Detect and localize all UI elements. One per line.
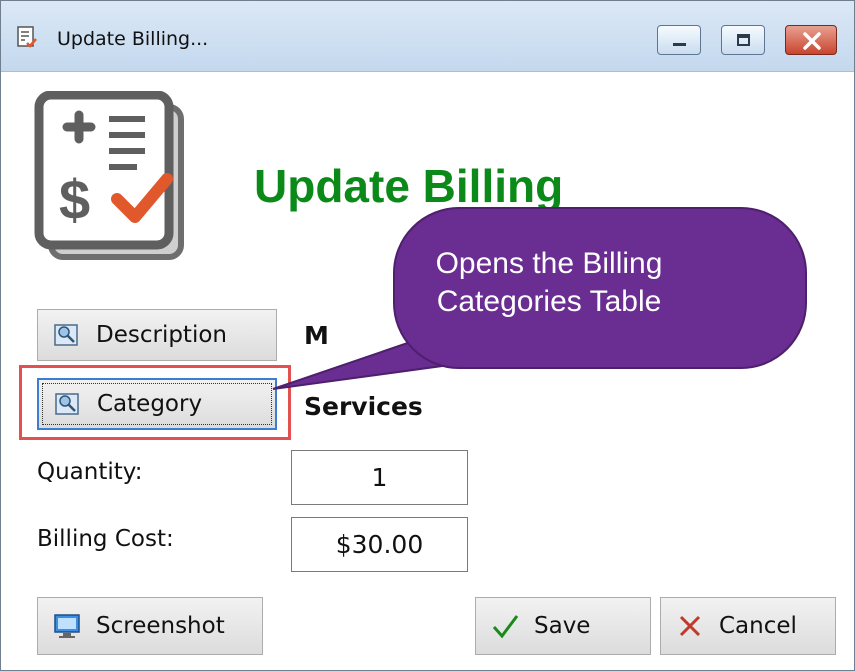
minimize-icon <box>673 43 686 46</box>
cancel-button[interactable]: Cancel <box>660 597 836 655</box>
description-button-label: Description <box>96 322 227 348</box>
focus-rectangle <box>42 383 272 425</box>
quantity-field[interactable] <box>291 450 468 505</box>
maximize-button[interactable] <box>721 25 765 55</box>
callout-line-1: Opens the Billing <box>435 247 663 280</box>
billing-checklist-icon: $ <box>34 91 184 260</box>
screenshot-button-label: Screenshot <box>96 613 225 639</box>
title-bar: Update Billing... <box>1 1 854 72</box>
minimize-button[interactable] <box>657 25 701 55</box>
quantity-label: Quantity: <box>37 459 143 485</box>
page-title: Update Billing <box>254 160 564 212</box>
billing-cost-field[interactable] <box>291 517 468 572</box>
window-title: Update Billing... <box>57 28 209 50</box>
category-button[interactable]: Category <box>37 378 277 430</box>
close-icon <box>803 32 821 50</box>
maximize-icon <box>737 34 750 46</box>
save-button[interactable]: Save <box>475 597 651 655</box>
x-mark-icon <box>679 615 701 637</box>
billing-doc-icon <box>17 26 37 48</box>
screenshot-button[interactable]: Screenshot <box>37 597 263 655</box>
monitor-icon <box>54 614 80 638</box>
cancel-button-label: Cancel <box>719 613 797 639</box>
description-button[interactable]: Description <box>37 309 277 361</box>
svg-text:$: $ <box>59 168 90 231</box>
dialog-window: Update Billing... $ Update Billing Descr… <box>0 0 855 671</box>
callout-line-2: Categories Table <box>436 285 662 318</box>
lookup-table-icon <box>54 324 78 346</box>
checkmark-icon <box>492 615 519 639</box>
close-button[interactable] <box>785 25 837 55</box>
callout-text: Opens the Billing Categories Table <box>401 245 697 321</box>
billing-cost-label: Billing Cost: <box>37 526 174 552</box>
save-button-label: Save <box>534 613 591 639</box>
